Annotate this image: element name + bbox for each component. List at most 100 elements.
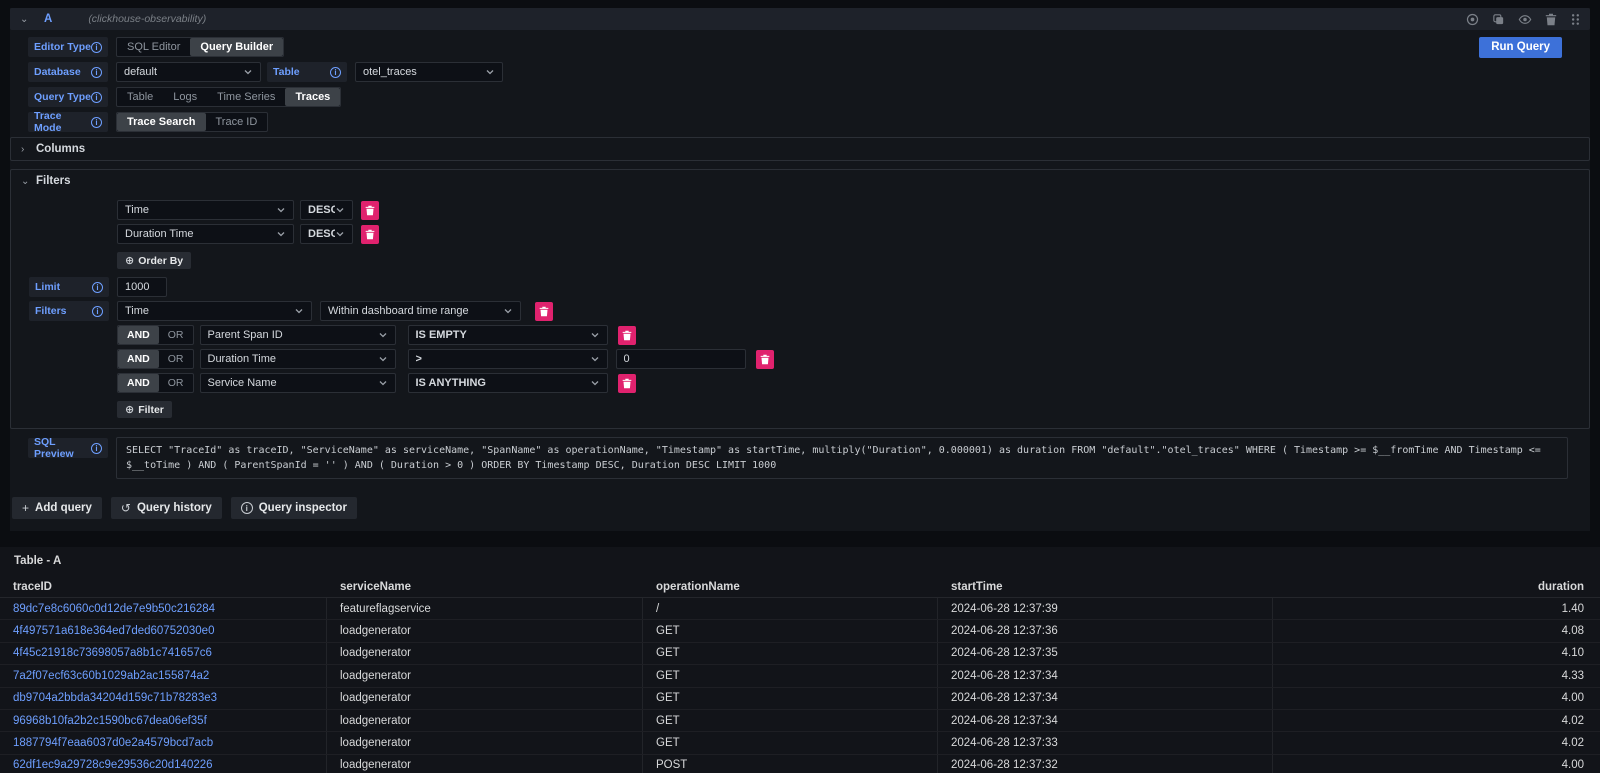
table-body: 89dc7e8c6060c0d12de7e9b50c216284 feature… <box>0 598 1600 773</box>
radio-option-and[interactable]: AND <box>118 350 159 368</box>
info-icon[interactable]: i <box>91 42 102 53</box>
radio-option-traces[interactable]: Traces <box>285 88 340 106</box>
info-icon[interactable]: i <box>92 306 103 317</box>
radio-option-or[interactable]: OR <box>159 326 193 344</box>
duplicate-query-icon[interactable] <box>1492 13 1505 26</box>
column-header-operationname[interactable]: operationName <box>643 581 938 593</box>
plus-icon: + <box>22 501 29 515</box>
radio-option-trace-id[interactable]: Trace ID <box>206 113 268 131</box>
remove-order-by-button[interactable] <box>361 201 379 220</box>
column-header-traceid[interactable]: traceID <box>0 581 327 593</box>
add-filter-button[interactable]: ⊕ Filter <box>117 401 172 418</box>
radio-option-trace-search[interactable]: Trace Search <box>117 113 206 131</box>
radio-option-or[interactable]: OR <box>159 350 193 368</box>
service-name-cell: loadgenerator <box>327 710 643 731</box>
table-row: 96968b10fa2b2c1590bc67dea06ef35f loadgen… <box>0 710 1600 732</box>
run-query-button[interactable]: Run Query <box>1479 37 1562 58</box>
query-history-button[interactable]: ↺ Query history <box>111 497 222 519</box>
filter-field-select[interactable]: Service Name <box>200 373 396 393</box>
add-order-by-button[interactable]: ⊕ Order By <box>117 252 191 269</box>
chevron-down-icon <box>335 205 345 215</box>
order-by-field-select[interactable]: Time <box>117 200 294 220</box>
limit-label: Limit i <box>29 277 109 297</box>
limit-row: Limit i <box>29 277 1579 297</box>
add-query-button[interactable]: + Add query <box>12 497 102 519</box>
time-filter-field-select[interactable]: Time <box>117 301 312 321</box>
record-icon[interactable] <box>1466 13 1479 26</box>
column-header-starttime[interactable]: startTime <box>938 581 1273 593</box>
filter-operator-select[interactable]: IS ANYTHING <box>408 373 608 393</box>
radio-option-sql-editor[interactable]: SQL Editor <box>117 38 190 56</box>
filter-condition-row: ANDOR Service Name IS ANYTHING <box>117 373 1579 393</box>
trace-mode-radio-group: Trace SearchTrace ID <box>116 112 268 132</box>
radio-option-or[interactable]: OR <box>159 374 193 392</box>
radio-option-time-series[interactable]: Time Series <box>207 88 285 106</box>
hide-response-eye-icon[interactable] <box>1518 13 1532 26</box>
table-select[interactable]: otel_traces <box>355 62 503 82</box>
filter-operator-select[interactable]: > <box>408 349 608 369</box>
database-table-row: Database i default Table i otel_traces <box>28 62 1580 82</box>
query-type-radio-group: TableLogsTime SeriesTraces <box>116 87 341 107</box>
trace-id-link[interactable]: 96968b10fa2b2c1590bc67dea06ef35f <box>13 715 207 727</box>
panel-title: Table - A <box>0 555 1600 576</box>
info-icon[interactable]: i <box>330 67 341 78</box>
column-header-duration[interactable]: duration <box>1273 581 1600 593</box>
order-by-direction-select[interactable]: DESC <box>300 200 353 220</box>
info-icon[interactable]: i <box>91 92 102 103</box>
trace-id-link[interactable]: db9704a2bbda34204d159c71b78283e3 <box>13 692 217 704</box>
editor-type-row: Editor Type i SQL EditorQuery Builder Ru… <box>28 37 1580 57</box>
trace-id-link[interactable]: 62df1ec9a29728c9e29536c20d140226 <box>13 759 213 771</box>
info-icon[interactable]: i <box>91 117 102 128</box>
trace-id-link[interactable]: 4f497571a618e364ed7ded60752030e0 <box>13 625 214 637</box>
collapse-query-chevron-icon[interactable]: ⌄ <box>20 14 34 25</box>
info-icon[interactable]: i <box>92 282 103 293</box>
remove-filter-button[interactable] <box>756 350 774 369</box>
filter-field-select[interactable]: Parent Span ID <box>200 325 396 345</box>
trace-mode-row: Trace Mode i Trace SearchTrace ID <box>28 112 1580 132</box>
chevron-down-icon <box>590 354 600 364</box>
trace-id-link[interactable]: 1887794f7eaa6037d0e2a4579bcd7acb <box>13 737 213 749</box>
radio-option-and[interactable]: AND <box>118 374 159 392</box>
radio-option-logs[interactable]: Logs <box>163 88 207 106</box>
plus-circle-icon: ⊕ <box>125 254 134 267</box>
table-row: db9704a2bbda34204d159c71b78283e3 loadgen… <box>0 688 1600 710</box>
order-by-field-select[interactable]: Duration Time <box>117 224 294 244</box>
query-type-row: Query Type i TableLogsTime SeriesTraces <box>28 87 1580 107</box>
operation-name-cell: GET <box>643 688 938 709</box>
database-select[interactable]: default <box>116 62 261 82</box>
remove-time-filter-button[interactable] <box>535 302 553 321</box>
info-icon[interactable]: i <box>91 443 102 454</box>
limit-input[interactable] <box>117 277 167 297</box>
radio-option-and[interactable]: AND <box>118 326 159 344</box>
start-time-cell: 2024-06-28 12:37:35 <box>938 643 1273 664</box>
column-header-servicename[interactable]: serviceName <box>327 581 643 593</box>
table-row: 4f497571a618e364ed7ded60752030e0 loadgen… <box>0 620 1600 642</box>
info-icon[interactable]: i <box>91 67 102 78</box>
radio-option-table[interactable]: Table <box>117 88 163 106</box>
order-by-direction-select[interactable]: DESC <box>300 224 353 244</box>
chevron-down-icon <box>590 330 600 340</box>
start-time-cell: 2024-06-28 12:37:34 <box>938 710 1273 731</box>
radio-option-query-builder[interactable]: Query Builder <box>190 38 283 56</box>
table-header-row: traceID serviceName operationName startT… <box>0 576 1600 598</box>
time-filter-operator-select[interactable]: Within dashboard time range <box>320 301 521 321</box>
trace-id-link[interactable]: 7a2f07ecf63c60b1029ab2ac155874a2 <box>13 670 209 682</box>
remove-filter-button[interactable] <box>618 326 636 345</box>
filter-field-select[interactable]: Duration Time <box>200 349 396 369</box>
remove-query-trash-icon[interactable] <box>1545 13 1557 26</box>
database-label: Database i <box>28 62 108 82</box>
remove-filter-button[interactable] <box>618 374 636 393</box>
trace-id-link[interactable]: 4f45c21918c73698057a8b1c741657c6 <box>13 647 212 659</box>
chevron-down-icon <box>294 306 304 316</box>
columns-section-header[interactable]: › Columns <box>11 138 1589 160</box>
filter-value-input[interactable] <box>616 349 746 369</box>
filter-operator-select[interactable]: IS EMPTY <box>408 325 608 345</box>
trace-id-link[interactable]: 89dc7e8c6060c0d12de7e9b50c216284 <box>13 603 215 615</box>
remove-order-by-button[interactable] <box>361 225 379 244</box>
filter-condition-row: ANDOR Duration Time > <box>117 349 1579 369</box>
editor-type-label: Editor Type i <box>28 37 108 57</box>
query-inspector-button[interactable]: i Query inspector <box>231 497 357 519</box>
start-time-cell: 2024-06-28 12:37:39 <box>938 598 1273 619</box>
drag-handle-icon[interactable] <box>1570 13 1580 26</box>
filters-section-header[interactable]: ⌄ Filters <box>11 170 1589 192</box>
